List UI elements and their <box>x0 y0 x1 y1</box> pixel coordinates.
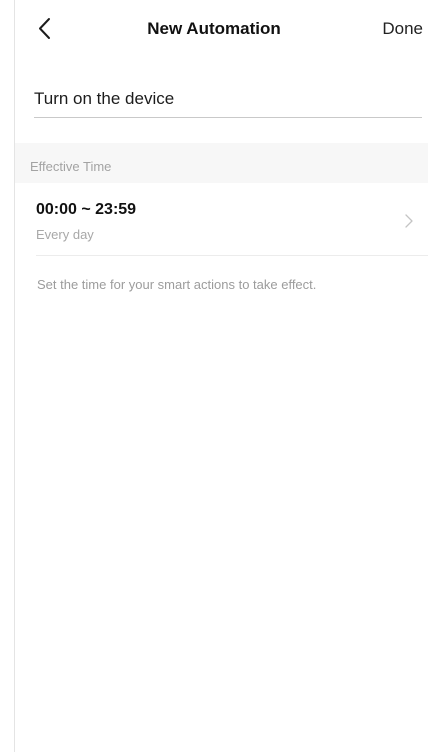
automation-screen: New Automation Done Effective Time 00:00… <box>0 0 428 752</box>
chevron-right-icon <box>405 214 413 228</box>
automation-name-input[interactable] <box>34 85 422 113</box>
page-title: New Automation <box>147 19 281 38</box>
automation-name-field[interactable] <box>34 85 422 118</box>
repeat-schedule: Every day <box>36 227 94 242</box>
section-label: Effective Time <box>30 159 112 174</box>
navigation-bar: New Automation Done <box>15 0 428 60</box>
effective-time-hint: Set the time for your smart actions to t… <box>37 277 317 292</box>
effective-time-section-header: Effective Time <box>15 143 428 183</box>
done-button[interactable]: Done <box>382 19 423 39</box>
time-range: 00:00 ~ 23:59 <box>36 201 137 218</box>
left-edge-divider <box>14 0 15 752</box>
row-divider <box>36 255 428 256</box>
effective-time-row[interactable]: 00:00 ~ 23:59 Every day <box>15 183 428 256</box>
